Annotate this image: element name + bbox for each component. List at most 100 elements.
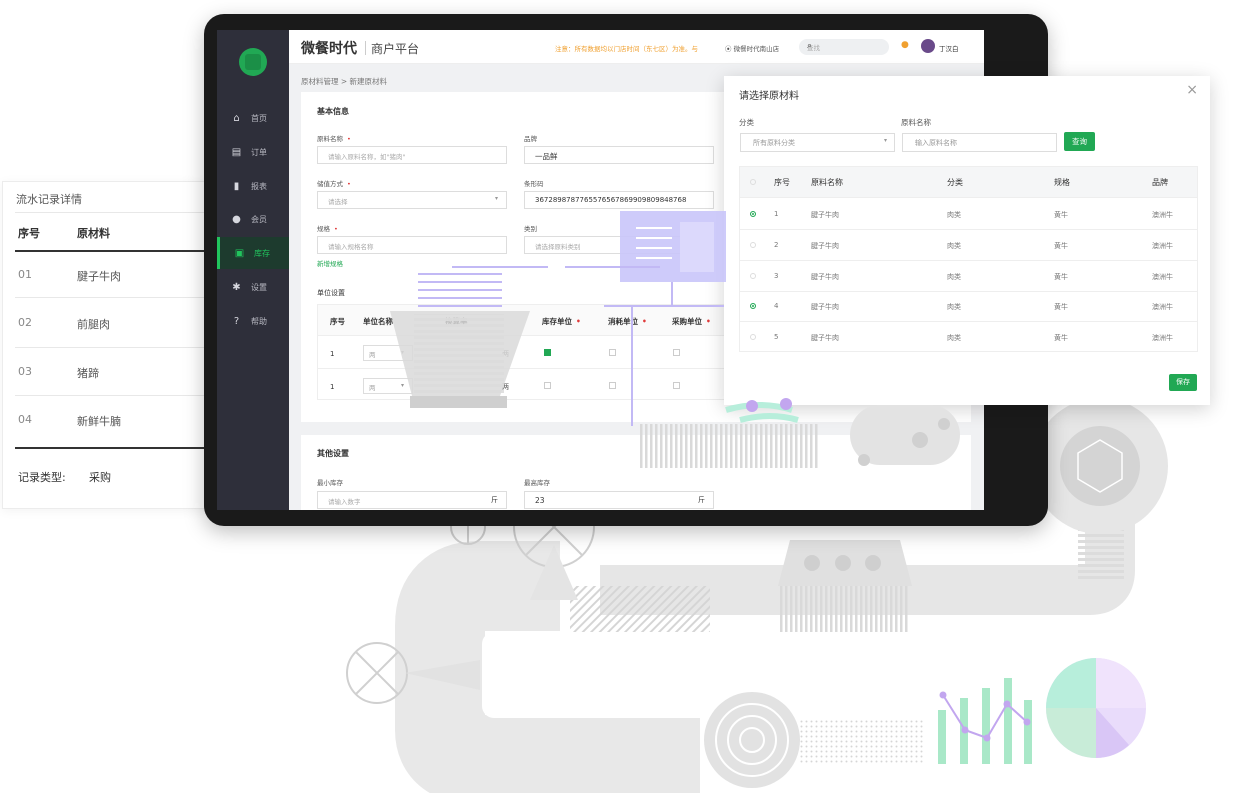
material-name-input[interactable]: 输入原料名称 [902,133,1057,152]
cell-name: 腱子牛肉 [811,303,839,311]
store-location[interactable]: ⦿ 微餐时代南山店 [725,43,779,53]
select-material-modal: 请选择原材料 × 分类 原料名称 所有原料分类 ▾ 输入原料名称 查询 序号 原料… [724,76,1210,405]
sidebar: ⌂ 首页 ▤ 订单 ▮ 报表 ● 会员 ▣ 库存 ✱ 设置 ? 帮助 [217,30,289,510]
user-name[interactable]: 丁汉白 [939,43,959,53]
field-label: 最高库存 [524,479,550,487]
brand-logo [239,48,267,76]
nav-label: 设置 [251,282,267,292]
field-label: 储值方式 • [317,180,351,188]
brand-input[interactable]: 一品鲜 [524,146,714,164]
col-header: 序号 [774,178,790,187]
unit-select[interactable]: 两 ▾ [363,378,413,394]
col-header: 库存单位 • [542,317,581,326]
row-radio[interactable] [750,334,756,340]
nav-item-members[interactable]: ● 会员 [217,203,289,235]
row-radio[interactable] [750,211,756,217]
stock-unit-checkbox[interactable] [544,382,551,389]
col-header: 原料名称 [811,178,843,187]
purchase-unit-checkbox[interactable] [673,382,680,389]
save-button[interactable]: 保存 [1169,374,1197,391]
section-title: 单位设置 [317,289,345,297]
material-name-input[interactable]: 请输入原料名称，如"猪肉" [317,146,507,164]
value: 所有原料分类 [753,139,795,147]
purchase-unit-checkbox[interactable] [673,349,680,356]
cell-no: 3 [774,272,779,280]
nav-item-orders[interactable]: ▤ 订单 [217,136,289,168]
min-stock-input[interactable]: 请输入数字 斤 [317,491,507,509]
avatar[interactable] [921,39,935,53]
nav-item-settings[interactable]: ✱ 设置 [217,271,289,303]
spec-input[interactable]: 请输入规格名称 [317,236,507,254]
cell-name: 腱子牛肉 [811,334,839,342]
row-radio[interactable] [750,303,756,309]
nav-label: 订单 [251,147,267,157]
query-button[interactable]: 查询 [1064,132,1095,151]
field-label: 原料名称 • [317,135,351,143]
material-table: 序号 原料名称 分类 规格 品牌 1 腱子牛肉 肉类 黄牛 澳洲牛 2 腱子牛肉… [739,166,1198,352]
table-row[interactable]: 4 腱子牛肉 肉类 黄牛 澳洲牛 [740,291,1197,321]
nav-label: 首页 [251,113,267,123]
brand-subtitle: 商户平台 [371,42,420,56]
cell-category: 肉类 [947,211,961,219]
cell-no: 1 [774,210,779,218]
col-header: 序号 [330,317,345,326]
placeholder: 请输入原料名称，如"猪肉" [328,153,406,161]
max-stock-input[interactable]: 23 斤 [524,491,714,509]
table-row[interactable]: 5 腱子牛肉 肉类 黄牛 澳洲牛 [740,321,1197,352]
col-header: 分类 [947,178,963,187]
search-input[interactable]: 查找 ⌕ [799,39,889,55]
field-label: 品牌 [524,135,537,143]
chart-icon: ▮ [233,180,240,192]
search-icon[interactable]: ⌕ [807,41,882,51]
category-select[interactable]: 请选择原料类别 ▾ [524,236,714,254]
notice-text: 注意：所有数据均以门店时间（东七区）为准。与 [555,45,698,53]
row-radio[interactable] [750,242,756,248]
order-icon: ▤ [231,146,242,158]
consume-unit-checkbox[interactable] [609,382,616,389]
table-row[interactable]: 2 腱子牛肉 肉类 黄牛 澳洲牛 [740,229,1197,260]
value: 两 [369,351,376,359]
consume-unit-checkbox[interactable] [609,349,616,356]
placeholder: 输入原料名称 [915,139,957,147]
store-name: 微餐时代南山店 [733,45,780,53]
conversion-unit: 两 [502,383,509,391]
bell-icon[interactable]: ● [901,40,909,50]
modal-title: 请选择原材料 [739,91,799,102]
help-icon: ? [233,315,240,327]
col-header: 消耗单位 • [608,317,647,326]
section-title: 基本信息 [317,107,349,116]
barcode-input[interactable]: 3672898787765576567869909809848768 [524,191,714,209]
card-title: 流水记录详情 [16,193,82,206]
table-header: 序号 原料名称 分类 规格 品牌 [740,167,1197,197]
cell-name: 腱子牛肉 [811,242,839,250]
unit-select[interactable]: 两 ▾ [363,345,413,361]
unit-table: 序号 单位名称 换算率 库存单位 • 消耗单位 • 采购单位 • 1 两 ▾ 两 1 两… [317,304,737,400]
flow-record-card: 流水记录详情 序号 原材料 01 腱子牛肉 02 前腿肉 03 猪蹄 04 新鲜… [2,181,215,509]
nav-item-help[interactable]: ? 帮助 [217,305,289,337]
nav-item-inventory[interactable]: ▣ 库存 [217,237,289,269]
header-divider [15,250,215,252]
divider [318,335,736,336]
cell-category: 肉类 [947,303,961,311]
col-header-no: 序号 [18,227,40,240]
placeholder: 请选择 [328,198,348,206]
storage-select[interactable]: 请选择 ▾ [317,191,507,209]
stock-unit-checkbox[interactable] [544,349,551,356]
gear-icon: ✱ [232,281,241,293]
row-radio[interactable] [750,273,756,279]
row-no: 01 [18,268,32,281]
row-material: 新鲜牛腩 [77,415,121,428]
nav-item-home[interactable]: ⌂ 首页 [217,102,289,134]
table-row[interactable]: 3 腱子牛肉 肉类 黄牛 澳洲牛 [740,260,1197,291]
close-icon[interactable]: × [1186,82,1198,98]
add-spec-link[interactable]: 新增规格 [317,258,343,268]
cell-category: 肉类 [947,334,961,342]
table-row[interactable]: 1 腱子牛肉 肉类 黄牛 澳洲牛 [740,197,1197,229]
cell-brand: 澳洲牛 [1152,273,1173,281]
cell-brand: 澳洲牛 [1152,334,1173,342]
select-all-radio[interactable] [750,179,756,185]
nav-item-reports[interactable]: ▮ 报表 [217,170,289,202]
field-label: 分类 [739,118,754,127]
category-select[interactable]: 所有原料分类 ▾ [740,133,895,152]
cell-spec: 黄牛 [1054,303,1068,311]
